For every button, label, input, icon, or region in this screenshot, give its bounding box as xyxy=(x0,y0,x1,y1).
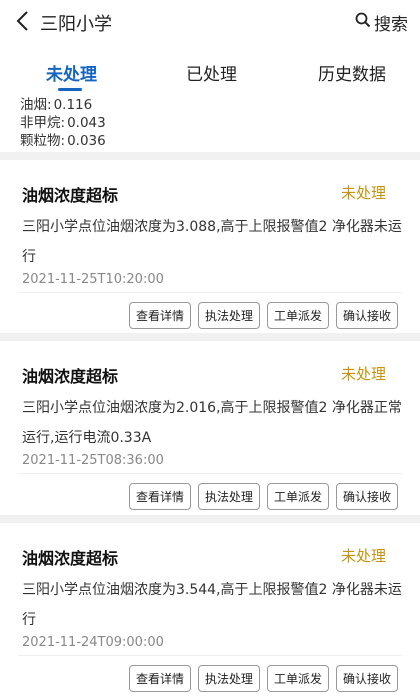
stat-value: 0.043 xyxy=(67,115,106,131)
enforcement-button[interactable]: 执法处理 xyxy=(198,665,260,692)
alert-time: 2021-11-25T08:36:00 xyxy=(22,453,164,468)
stat-row-nmhc: 非甲烷: 0.043 xyxy=(20,114,106,132)
alert-title: 油烟浓度超标 xyxy=(22,549,119,568)
stat-row-particulate: 颗粒物: 0.036 xyxy=(20,132,106,150)
confirm-receipt-button[interactable]: 确认接收 xyxy=(336,302,398,329)
alert-card: 油烟浓度超标 未处理 三阳小学点位油烟浓度为3.544,高于上限报警值2 净化器… xyxy=(0,523,420,695)
enforcement-button[interactable]: 执法处理 xyxy=(198,302,260,329)
alert-actions: 查看详情 执法处理 工单派发 确认接收 xyxy=(129,665,398,692)
view-details-button[interactable]: 查看详情 xyxy=(129,302,191,329)
stat-label: 油烟: xyxy=(20,97,52,113)
card-divider xyxy=(18,655,402,656)
top-bar: 三阳小学 搜索 xyxy=(0,0,420,44)
stat-label: 非甲烷: xyxy=(20,115,66,131)
alert-description: 三阳小学点位油烟浓度为3.544,高于上限报警值2 净化器未运行 xyxy=(22,582,402,628)
enforcement-button[interactable]: 执法处理 xyxy=(198,483,260,510)
dispatch-order-button[interactable]: 工单派发 xyxy=(267,483,329,510)
view-details-button[interactable]: 查看详情 xyxy=(129,483,191,510)
search-label: 搜索 xyxy=(374,15,408,35)
active-tab-indicator xyxy=(58,88,82,91)
card-divider xyxy=(18,292,402,293)
alert-time: 2021-11-24T09:00:00 xyxy=(22,635,164,650)
alert-title: 油烟浓度超标 xyxy=(22,186,119,205)
alert-actions: 查看详情 执法处理 工单派发 确认接收 xyxy=(129,483,398,510)
status-badge: 未处理 xyxy=(340,547,386,565)
tab-processed[interactable]: 已处理 xyxy=(186,60,237,85)
alert-description: 三阳小学点位油烟浓度为3.088,高于上限报警值2 净化器未运行 xyxy=(22,219,402,265)
status-badge: 未处理 xyxy=(340,184,386,202)
tab-history[interactable]: 历史数据 xyxy=(318,60,386,85)
chevron-left-icon[interactable] xyxy=(14,10,34,32)
alert-title: 油烟浓度超标 xyxy=(22,367,119,386)
card-divider xyxy=(18,473,402,474)
section-divider xyxy=(0,152,420,160)
stat-label: 颗粒物: xyxy=(20,133,66,149)
confirm-receipt-button[interactable]: 确认接收 xyxy=(336,665,398,692)
page-title: 三阳小学 xyxy=(40,14,112,35)
alert-card: 油烟浓度超标 未处理 三阳小学点位油烟浓度为3.088,高于上限报警值2 净化器… xyxy=(0,160,420,332)
stat-value: 0.036 xyxy=(67,133,106,149)
status-badge: 未处理 xyxy=(340,365,386,383)
confirm-receipt-button[interactable]: 确认接收 xyxy=(336,483,398,510)
alert-time: 2021-11-25T10:20:00 xyxy=(22,272,164,287)
tab-bar: 未处理 已处理 历史数据 xyxy=(0,50,420,92)
stats-summary: 油烟: 0.116 非甲烷: 0.043 颗粒物: 0.036 xyxy=(20,96,106,150)
alert-description: 三阳小学点位油烟浓度为2.016,高于上限报警值2 净化器正常运行,运行电流0.… xyxy=(22,400,402,446)
alert-actions: 查看详情 执法处理 工单派发 确认接收 xyxy=(129,302,398,329)
search-icon xyxy=(355,12,371,33)
dispatch-order-button[interactable]: 工单派发 xyxy=(267,302,329,329)
section-divider xyxy=(0,333,420,341)
view-details-button[interactable]: 查看详情 xyxy=(129,665,191,692)
tab-unprocessed[interactable]: 未处理 xyxy=(46,60,97,85)
section-divider xyxy=(0,515,420,523)
stat-row-oil-smoke: 油烟: 0.116 xyxy=(20,96,106,114)
stat-value: 0.116 xyxy=(53,97,93,113)
search-button[interactable]: 搜索 xyxy=(355,10,408,35)
dispatch-order-button[interactable]: 工单派发 xyxy=(267,665,329,692)
alert-card: 油烟浓度超标 未处理 三阳小学点位油烟浓度为2.016,高于上限报警值2 净化器… xyxy=(0,341,420,513)
